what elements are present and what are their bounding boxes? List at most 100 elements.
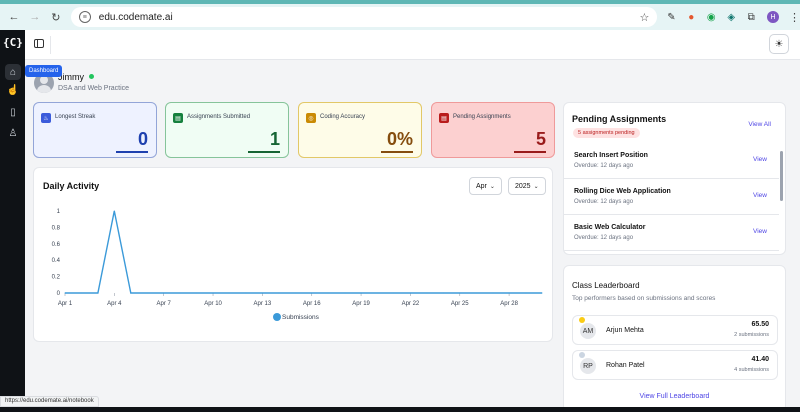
pending-assignments-card: Pending Assignments View All 5 assignmen… (563, 102, 786, 255)
left-nav-rail: {C} ⌂ ☝ ▯ ♙ (0, 30, 25, 412)
theme-toggle-sun-icon[interactable]: ☀ (769, 34, 789, 54)
data-point (97, 292, 99, 294)
pending-item-due: Overdue: 12 days ago (574, 235, 634, 241)
pending-item-due: Overdue: 12 days ago (574, 199, 634, 205)
home-icon[interactable]: ⌂ (5, 64, 21, 80)
data-point (146, 292, 148, 294)
silver-medal-icon (579, 352, 585, 358)
y-tick-label: 0.2 (52, 275, 61, 281)
extensions-puzzle-icon[interactable]: ⧉ (745, 11, 757, 23)
series-line-submissions (65, 210, 542, 294)
stat-label: Longest Streak (55, 114, 96, 120)
daily-activity-chart: 0 0.2 0.4 0.6 0.8 1 Apr 1 Apr 4 Apr 7 Apr 10 Apr 1… (52, 209, 543, 321)
class-leaderboard-card: Class Leaderboard Top performers based o… (563, 265, 786, 412)
daily-activity-card: Daily Activity Apr ⌄ 2025 ⌄ 0 0.2 0.4 0.6 0.… (33, 167, 553, 342)
extension-green-icon[interactable]: ◉ (705, 11, 717, 23)
view-link[interactable]: View (753, 192, 767, 199)
stat-card-coding-accuracy: ◎ Coding Accuracy 0% (298, 102, 422, 158)
data-point (426, 292, 428, 294)
data-point (377, 292, 379, 294)
data-point (179, 292, 181, 294)
pending-item[interactable]: Rolling Dice Web Application Overdue: 12… (564, 179, 779, 215)
data-point (228, 292, 230, 294)
stat-label: Pending Assignments (453, 114, 511, 120)
pending-count-badge: 5 assignments pending (573, 128, 640, 138)
data-point (196, 292, 198, 294)
pending-item[interactable]: Basic Web Calculator Overdue: 12 days ag… (564, 215, 779, 251)
student-name: Rohan Patel (606, 362, 645, 369)
bookmark-star-icon[interactable]: ☆ (640, 11, 650, 24)
fire-icon: ♨ (41, 113, 51, 123)
leaderboard-row[interactable]: RP Rohan Patel 41.40 4 submissions (572, 350, 778, 380)
pending-item-title: Rolling Dice Web Application (574, 188, 671, 195)
data-point (113, 210, 115, 212)
data-point (459, 292, 461, 294)
student-submissions: 4 submissions (734, 367, 769, 373)
data-point (344, 292, 346, 294)
x-tick-label: Apr 28 (500, 301, 518, 307)
view-all-link[interactable]: View All (748, 121, 771, 128)
y-tick-label: 0.8 (52, 225, 61, 231)
stat-value: 1 (269, 129, 280, 149)
data-point (409, 292, 411, 294)
data-point (163, 292, 165, 294)
stat-value: 0 (137, 129, 148, 149)
data-point (525, 292, 527, 294)
forward-icon[interactable]: → (28, 10, 42, 24)
student-name: Arjun Mehta (606, 327, 644, 334)
url-text[interactable]: edu.codemate.ai (99, 12, 173, 23)
back-icon[interactable]: ← (7, 10, 21, 24)
browser-menu-icon[interactable]: ⋮ (789, 11, 800, 24)
app-logo[interactable]: {C} (3, 36, 23, 52)
x-tick-label: Apr 4 (107, 301, 122, 307)
document-icon: ▤ (173, 113, 183, 123)
data-point (80, 292, 82, 294)
gold-medal-icon (579, 317, 585, 323)
extension-orange-icon[interactable]: ● (685, 11, 697, 23)
data-point (294, 292, 296, 294)
data-point (64, 292, 66, 294)
address-bar[interactable]: ≡ edu.codemate.ai ☆ (70, 7, 658, 27)
legend-label: Submissions (282, 314, 320, 321)
stat-value: 5 (535, 129, 546, 149)
leaderboard-subtitle: Top performers based on submissions and … (572, 295, 716, 302)
stat-value: 0% (386, 129, 413, 149)
data-point (475, 292, 477, 294)
book-icon[interactable]: ▯ (5, 104, 21, 120)
student-submissions: 2 submissions (734, 332, 769, 338)
x-tick-label: Apr 1 (58, 301, 73, 307)
data-point (278, 292, 280, 294)
site-info-icon[interactable]: ≡ (78, 11, 91, 23)
view-link[interactable]: View (753, 156, 767, 163)
y-tick-label: 0.4 (52, 258, 61, 264)
pending-scrollbar[interactable] (780, 151, 783, 201)
leaderboard-row[interactable]: AM Arjun Mehta 65.50 2 submissions (572, 315, 778, 345)
divider (50, 36, 51, 54)
hand-pointer-icon[interactable]: ☝ (5, 82, 21, 98)
stat-card-assignments-submitted: ▤ Assignments Submitted 1 (165, 102, 289, 158)
pending-item[interactable]: Search Insert Position Overdue: 12 days … (564, 143, 779, 179)
data-point (442, 292, 444, 294)
eyedropper-extension-icon[interactable]: ✎ (665, 11, 677, 23)
dashboard-tooltip: Dashboard (25, 65, 63, 77)
user-icon[interactable]: ♙ (5, 125, 21, 141)
sidebar-toggle-icon[interactable] (34, 39, 44, 48)
data-point (261, 292, 263, 294)
browser-status-url: https://edu.codemate.ai/notebook (0, 396, 99, 407)
view-link[interactable]: View (753, 228, 767, 235)
y-tick-label: 0.6 (52, 242, 61, 248)
pending-title: Pending Assignments (572, 114, 667, 124)
stat-label: Assignments Submitted (187, 114, 251, 120)
view-full-leaderboard-link[interactable]: View Full Leaderboard (564, 393, 785, 400)
user-subtitle: DSA and Web Practice (58, 85, 130, 92)
target-icon: ◎ (306, 113, 316, 123)
reload-icon[interactable]: ↻ (49, 10, 63, 24)
x-tick-label: Apr 25 (451, 301, 469, 307)
stat-card-longest-streak: ♨ Longest Streak 0 (33, 102, 157, 158)
data-point (245, 292, 247, 294)
pending-item-due: Overdue: 12 days ago (574, 163, 634, 169)
extension-teal-icon[interactable]: ◈ (725, 11, 737, 23)
data-point (393, 292, 395, 294)
profile-avatar[interactable]: H (767, 11, 780, 23)
leaderboard-title: Class Leaderboard (572, 281, 640, 290)
